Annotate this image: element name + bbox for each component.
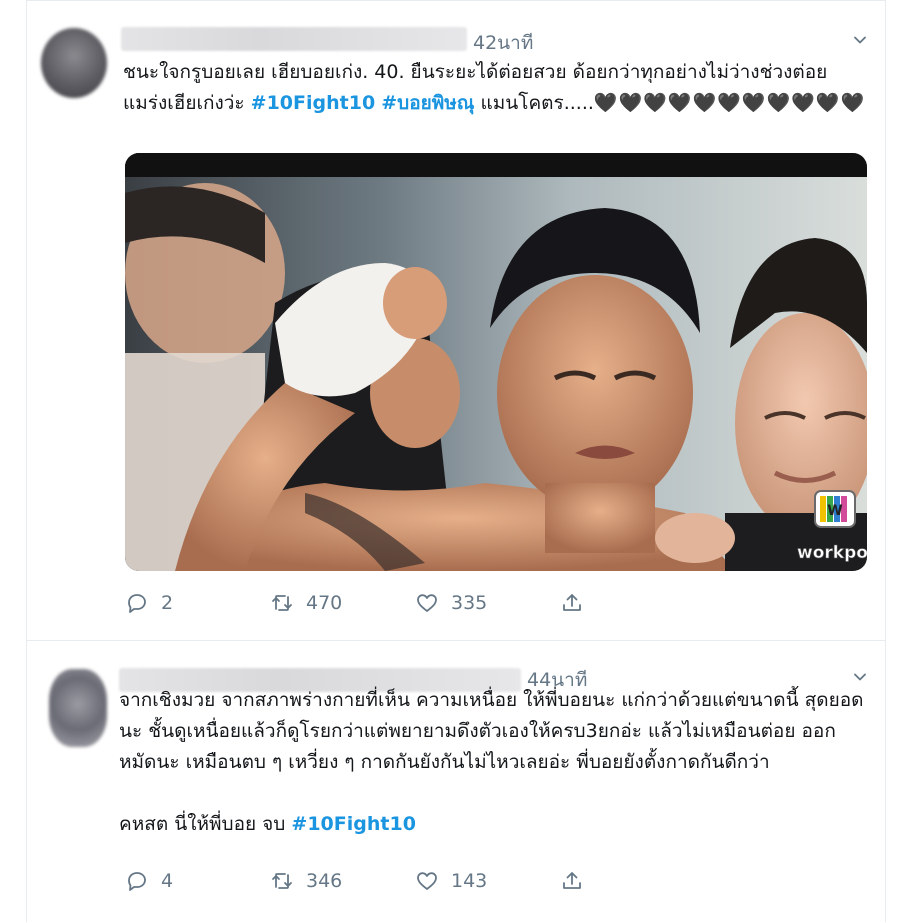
timeline: 42นาที ชนะใจกรูบอยเลย เฮียบอยเก่ง. 40. ย… [26,0,886,922]
retweet-icon [272,595,292,611]
like-button[interactable]: 143 [415,869,560,893]
like-count: 143 [451,870,488,892]
hashtag-link[interactable]: #10Fight10 [251,92,376,114]
chevron-down-icon[interactable] [853,33,867,47]
tweet-text: จากเชิงมวย จากสภาพร่างกายที่เห็น ความเหน… [119,685,871,840]
avatar[interactable] [41,28,107,98]
retweet-button[interactable]: 346 [270,869,415,893]
reply-icon [128,594,146,613]
tweet[interactable]: 44นาที จากเชิงมวย จากสภาพร่างกายที่เห็น … [27,640,885,923]
chevron-down-icon[interactable] [853,670,867,684]
retweet-count: 346 [306,870,343,892]
channel-logo-text: workpo [797,543,867,563]
tweet[interactable]: 42นาที ชนะใจกรูบอยเลย เฮียบอยเก่ง. 40. ย… [27,0,885,641]
blurred-username[interactable] [121,27,467,51]
tweet-photo[interactable]: W workpo [125,153,867,571]
boxer-photo: W workpo [125,153,867,571]
reply-count: 4 [161,870,174,892]
retweet-icon [272,873,292,889]
tweet-text-body: จากเชิงมวย จากสภาพร่างกายที่เห็น ความเหน… [119,689,864,835]
share-button[interactable] [560,869,584,893]
black-heart-emojis: 🖤🖤🖤🖤🖤🖤🖤🖤🖤🖤🖤 [593,92,866,114]
channel-badge-letter: W [827,503,842,519]
like-icon [417,872,437,890]
hashtag-link[interactable]: #บอยพิษณุ [381,92,474,114]
avatar[interactable] [49,669,107,747]
tweet-text: ชนะใจกรูบอยเลย เฮียบอยเก่ง. 40. ยืนระยะไ… [123,57,867,119]
share-icon [563,594,581,611]
like-icon [417,594,437,612]
like-button[interactable]: 335 [415,591,560,615]
reply-count: 2 [161,592,174,614]
share-button[interactable] [560,591,584,615]
tweet-actions: 4 346 143 [125,869,584,893]
tweet-timestamp[interactable]: 42นาที [473,28,533,58]
like-count: 335 [451,592,488,614]
hashtag-link[interactable]: #10Fight10 [291,813,416,835]
retweet-count: 470 [306,592,343,614]
share-icon [563,872,581,889]
tweet-actions: 2 470 335 [125,591,584,615]
reply-icon [128,872,146,891]
retweet-button[interactable]: 470 [270,591,415,615]
reply-button[interactable]: 4 [125,869,270,893]
reply-button[interactable]: 2 [125,591,270,615]
tweet-text-tail: แมนโคตร..... [474,92,594,114]
